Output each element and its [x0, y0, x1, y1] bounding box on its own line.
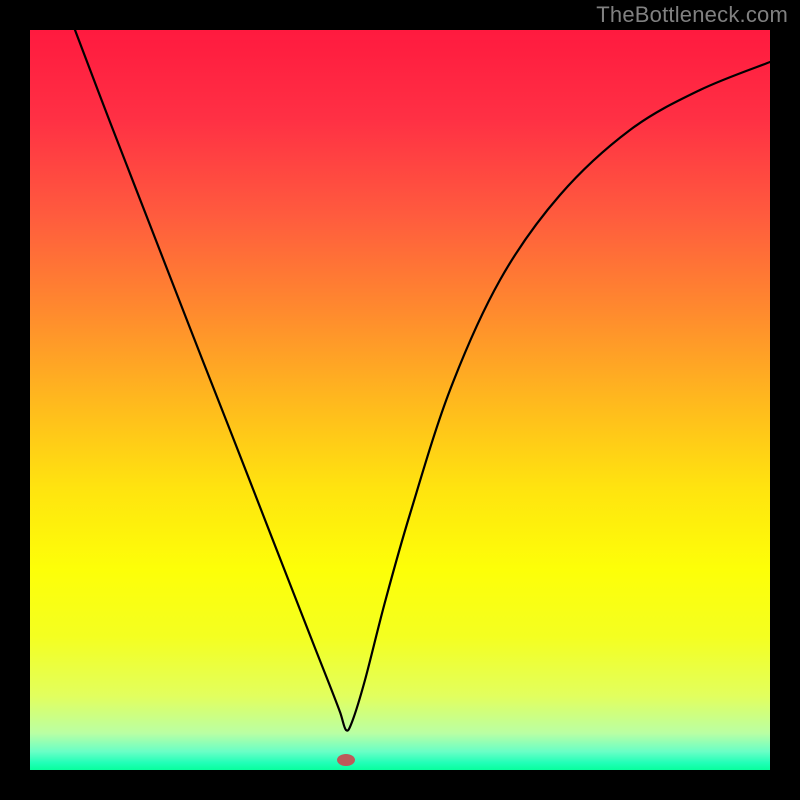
- plot-area: [30, 30, 770, 770]
- gradient-background: [30, 30, 770, 770]
- watermark-text: TheBottleneck.com: [596, 2, 788, 28]
- bottleneck-plot-svg: [30, 30, 770, 770]
- optimal-point-marker: [337, 754, 355, 766]
- chart-frame: TheBottleneck.com: [0, 0, 800, 800]
